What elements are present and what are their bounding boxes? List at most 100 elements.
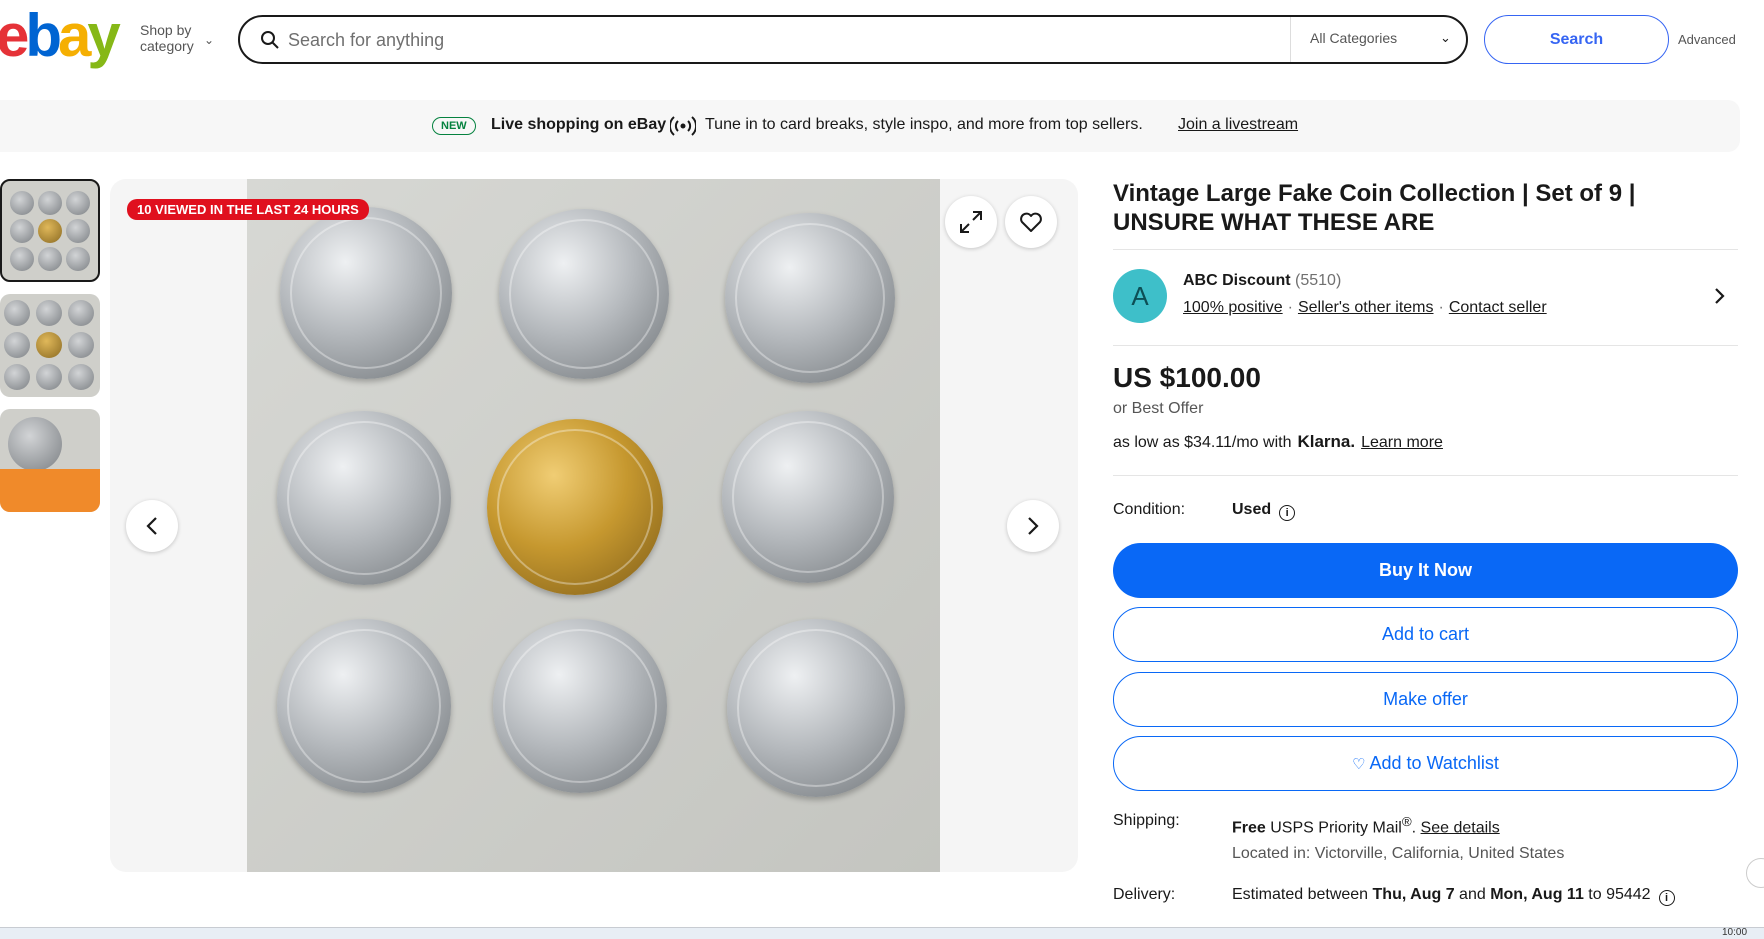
search-bar: All Categories ⌄ (238, 15, 1468, 64)
seller-name[interactable]: ABC Discount (5510) (1183, 272, 1341, 290)
coin-thumb (8, 417, 62, 471)
main-product-image[interactable] (247, 179, 940, 872)
ebay-logo[interactable]: ebay (0, 6, 121, 66)
add-to-watchlist-button[interactable]: ♡ Add to Watchlist (1113, 736, 1738, 791)
delivery-and: and (1459, 886, 1486, 903)
chevron-right-icon (1028, 517, 1039, 535)
coin-thumb (38, 247, 62, 271)
image-gallery: 10 VIEWED IN THE LAST 24 HOURS (110, 179, 1078, 872)
buy-it-now-button[interactable]: Buy It Now (1113, 543, 1738, 598)
chevron-left-icon (146, 517, 157, 535)
live-shopping-banner: NEW Live shopping on eBay Tune in to car… (0, 100, 1740, 152)
shipping-label: Shipping: (1113, 812, 1180, 829)
coin-image (499, 209, 669, 379)
new-badge: NEW (432, 117, 476, 135)
avatar[interactable]: A (1113, 269, 1167, 323)
expand-button[interactable] (945, 196, 997, 248)
coin-image (487, 419, 663, 595)
previous-image-button[interactable] (126, 500, 178, 552)
coin-thumb (10, 247, 34, 271)
seller-name-text: ABC Discount (1183, 272, 1291, 289)
coin-thumb (4, 332, 30, 358)
coin-thumb (66, 247, 90, 271)
scroll-to-top-button[interactable] (1746, 858, 1764, 888)
separator-dot: · (1438, 299, 1444, 316)
learn-more-link[interactable]: Learn more (1361, 434, 1443, 451)
coin-thumb (4, 300, 30, 326)
chevron-down-icon: ⌄ (204, 33, 215, 47)
delivery-prefix: Estimated between (1232, 886, 1369, 903)
os-taskbar (0, 927, 1764, 939)
advanced-search-link[interactable]: Advanced (1678, 32, 1736, 47)
add-to-cart-button[interactable]: Add to cart (1113, 607, 1738, 662)
divider (1113, 345, 1738, 346)
banner-text: Tune in to card breaks, style inspo, and… (705, 116, 1143, 133)
system-clock: 10:00 PM (1722, 927, 1748, 939)
contact-seller-link[interactable]: Contact seller (1449, 299, 1547, 316)
coin-thumb (10, 191, 34, 215)
item-title: Vintage Large Fake Coin Collection | Set… (1113, 180, 1636, 236)
join-livestream-link[interactable]: Join a livestream (1178, 116, 1298, 134)
coin-image (493, 619, 667, 793)
info-icon[interactable]: i (1279, 505, 1296, 521)
delivery-estimate: Estimated between Thu, Aug 7 and Mon, Au… (1232, 886, 1675, 906)
feedback-count: (5510) (1295, 272, 1342, 289)
coin-thumb (38, 191, 62, 215)
coin-thumb (66, 191, 90, 215)
coin-thumb (36, 364, 62, 390)
search-divider (1290, 17, 1291, 62)
category-select[interactable]: All Categories (1310, 30, 1397, 46)
delivery-date-end: Mon, Aug 11 (1490, 886, 1584, 903)
shop-by-label: Shop by (140, 22, 192, 38)
best-offer-text: or Best Offer (1113, 400, 1204, 417)
thumbnail-1[interactable] (0, 179, 100, 282)
condition-text: Used (1232, 501, 1272, 518)
coin-thumb (38, 219, 62, 243)
coin-image (722, 411, 894, 583)
live-broadcast-icon (670, 116, 696, 136)
coin-image (277, 619, 451, 793)
search-button[interactable]: Search (1484, 15, 1669, 64)
make-offer-button[interactable]: Make offer (1113, 672, 1738, 727)
condition-value: Used i (1232, 501, 1296, 521)
viewed-badge: 10 VIEWED IN THE LAST 24 HOURS (127, 199, 369, 220)
heart-icon (1020, 212, 1042, 232)
watchlist-label: Add to Watchlist (1369, 753, 1499, 773)
coin-thumb (36, 332, 62, 358)
ruler-image (0, 469, 100, 512)
chevron-right-icon[interactable] (1713, 285, 1727, 307)
klarna-logo: Klarna. (1297, 432, 1356, 451)
coin-thumb (4, 364, 30, 390)
thumbnail-2[interactable] (0, 294, 100, 397)
header: ebay Shop by category ⌄ All Categories ⌄… (0, 0, 1764, 80)
shipping-value: Free USPS Priority Mail®. See details (1232, 814, 1500, 837)
seller-links: 100% positive · Seller's other items · Conta… (1183, 299, 1547, 317)
search-icon (261, 31, 279, 49)
coin-thumb (68, 300, 94, 326)
divider (1113, 249, 1738, 250)
item-location: Located in: Victorville, California, Uni… (1232, 845, 1565, 862)
expand-icon (960, 211, 982, 233)
coin-thumb (68, 364, 94, 390)
coin-image (277, 411, 451, 585)
search-input[interactable] (288, 27, 1288, 53)
condition-label: Condition: (1113, 501, 1186, 518)
shipping-service: USPS Priority Mail (1270, 819, 1402, 837)
separator-dot: · (1287, 299, 1293, 316)
favorite-button[interactable] (1005, 196, 1057, 248)
heart-icon: ♡ (1352, 755, 1366, 773)
thumbnail-3[interactable] (0, 409, 100, 512)
positive-feedback-link[interactable]: 100% positive (1183, 299, 1283, 316)
coin-image (725, 213, 895, 383)
see-details-link[interactable]: See details (1421, 819, 1500, 836)
delivery-zip: to 95442 (1588, 886, 1651, 903)
delivery-label: Delivery: (1113, 886, 1176, 903)
coin-image (727, 619, 905, 797)
coin-thumb (36, 300, 62, 326)
shop-by-category-button[interactable]: Shop by category ⌄ (140, 22, 214, 54)
klarna-financing: as low as $34.11/mo with Klarna. Learn mor… (1113, 432, 1443, 452)
info-icon[interactable]: i (1658, 890, 1675, 906)
next-image-button[interactable] (1007, 500, 1059, 552)
coin-thumb (10, 219, 34, 243)
seller-other-items-link[interactable]: Seller's other items (1298, 299, 1434, 316)
